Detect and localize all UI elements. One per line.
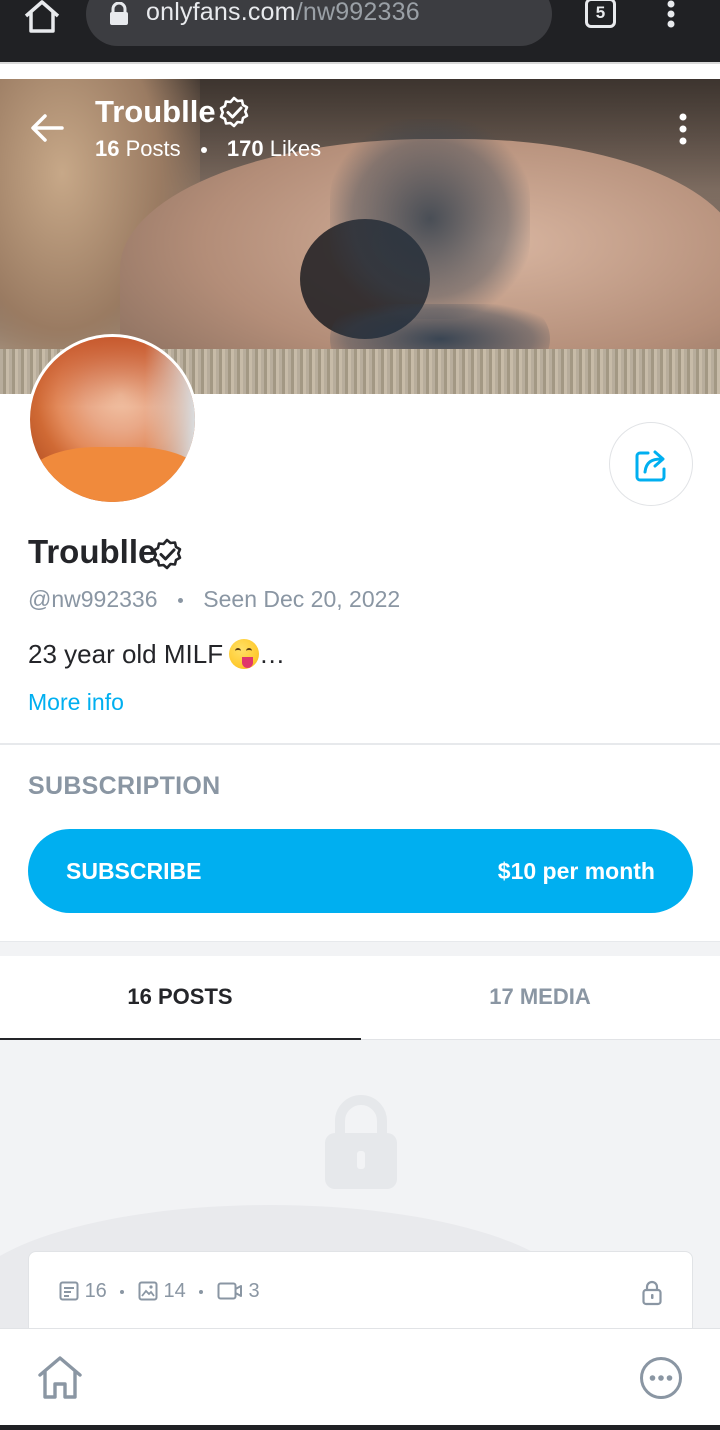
last-seen: Seen Dec 20, 2022: [203, 586, 401, 612]
more-options-icon[interactable]: [639, 1356, 683, 1400]
separator-dot: [177, 598, 183, 604]
page-top-gap: [0, 62, 720, 79]
home-icon[interactable]: [22, 0, 62, 34]
photo-icon: [138, 1281, 158, 1301]
more-info-link[interactable]: More info: [28, 689, 124, 716]
section-separator: [0, 941, 720, 956]
share-icon: [635, 450, 666, 482]
browser-menu-icon[interactable]: [664, 0, 678, 30]
content-summary-card: 16 14 3: [28, 1251, 693, 1328]
text-count: 16: [84, 1280, 107, 1302]
divider: [0, 743, 720, 745]
verified-badge-icon: [152, 538, 182, 570]
subscribe-price: $10 per month: [497, 858, 655, 884]
tab-switcher-button[interactable]: 5: [585, 0, 616, 28]
lock-icon: [642, 1280, 662, 1306]
media-counts: 16 14 3: [59, 1280, 260, 1303]
subscribe-label: SUBSCRIBE: [66, 858, 202, 884]
cover-stats: 16 Posts 170 Likes: [95, 136, 321, 162]
bio-ellipsis: …: [259, 639, 286, 669]
photo-count: 14: [163, 1280, 186, 1302]
cover-profile-name: Troublle: [95, 94, 216, 129]
profile-bio: 23 year old MILF …: [28, 639, 285, 670]
url-path: /nw992336: [295, 0, 420, 26]
likes-count: 170: [226, 136, 264, 161]
bottom-navigation: [0, 1328, 720, 1425]
url-host: onlyfans.com: [146, 0, 296, 26]
share-button[interactable]: [609, 422, 693, 506]
posts-count: 16: [95, 136, 120, 161]
text-post-icon: [59, 1281, 79, 1301]
video-count: 3: [248, 1280, 260, 1302]
profile-meta: @nw992336 Seen Dec 20, 2022: [28, 586, 400, 613]
yum-emoji-icon: [229, 639, 260, 669]
subscription-heading: SUBSCRIPTION: [28, 772, 221, 800]
more-options-icon[interactable]: [676, 112, 690, 146]
video-icon: [217, 1282, 242, 1300]
tab-posts[interactable]: 16 POSTS: [0, 956, 360, 1040]
likes-label: Likes: [269, 136, 322, 161]
browser-toolbar: onlyfans.com/nw992336 5: [0, 0, 720, 62]
avatar[interactable]: [27, 334, 198, 505]
posts-label: Posts: [125, 136, 181, 161]
lock-icon: [110, 2, 128, 25]
lock-icon: [325, 1095, 397, 1189]
locked-content-area: 16 14 3: [0, 1040, 720, 1328]
profile-handle: @nw992336: [28, 586, 158, 612]
back-arrow-icon[interactable]: [30, 113, 64, 143]
verified-badge-icon: [219, 96, 249, 128]
content-tabs: 16 POSTS 17 MEDIA: [0, 956, 720, 1041]
separator-dot: [200, 147, 207, 154]
url-text[interactable]: onlyfans.com/nw992336: [146, 0, 420, 27]
profile-name: Troublle: [28, 533, 157, 570]
subscribe-button[interactable]: SUBSCRIBE $10 per month: [28, 829, 693, 913]
system-navigation-edge: [0, 1425, 720, 1430]
tab-media[interactable]: 17 MEDIA: [360, 956, 720, 1040]
bio-text: 23 year old MILF: [28, 639, 224, 669]
home-icon[interactable]: [36, 1353, 84, 1401]
